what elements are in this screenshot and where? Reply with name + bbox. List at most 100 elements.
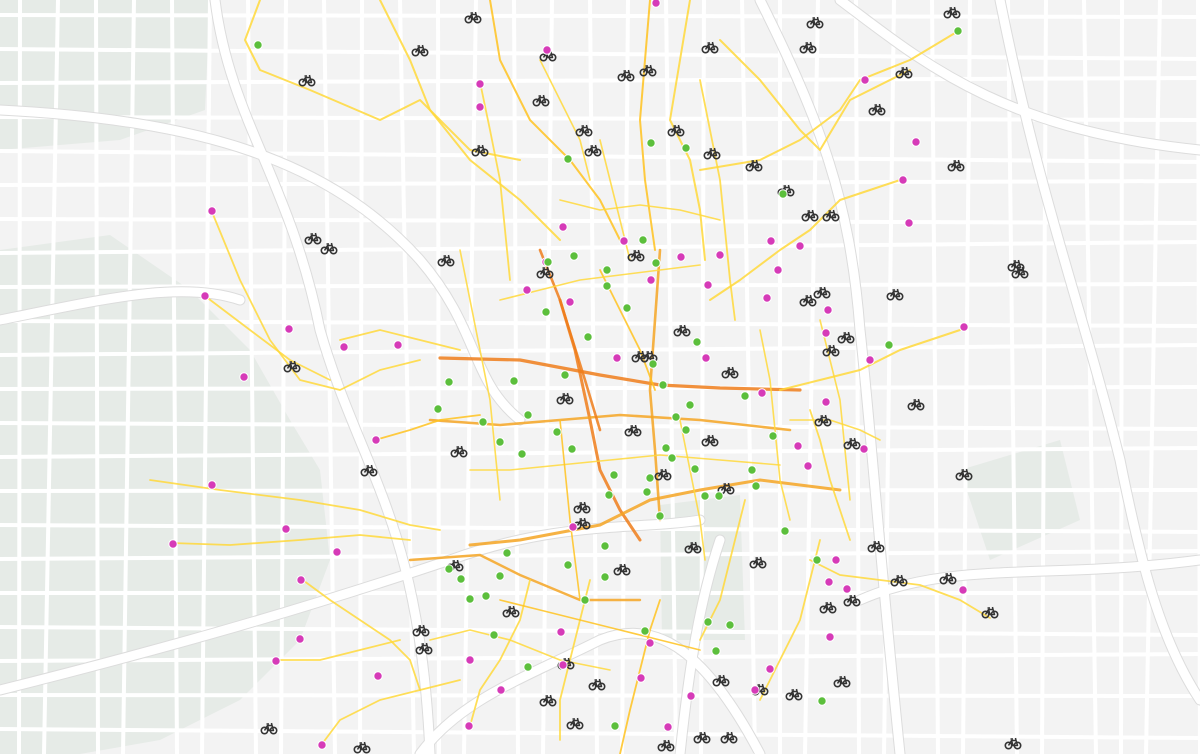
origin-dot: [663, 722, 673, 732]
origin-dot: [496, 685, 506, 695]
destination-dot: [661, 443, 671, 453]
origin-dot: [636, 673, 646, 683]
destination-dot: [768, 431, 778, 441]
origin-dot: [475, 79, 485, 89]
destination-dot: [543, 257, 553, 267]
destination-dot: [645, 473, 655, 483]
destination-dot: [642, 487, 652, 497]
origin-dot: [646, 275, 656, 285]
street: [1119, 0, 1124, 754]
origin-dot: [284, 324, 294, 334]
destination-dot: [517, 449, 527, 459]
base-map-layer: [0, 0, 1200, 754]
destination-dot: [703, 617, 713, 627]
origin-dot: [766, 236, 776, 246]
origin-dot: [371, 435, 381, 445]
destination-dot: [714, 491, 724, 501]
destination-dot: [541, 307, 551, 317]
destination-dot: [778, 189, 788, 199]
origin-dot: [619, 236, 629, 246]
origin-dot: [393, 340, 403, 350]
destination-dot: [602, 281, 612, 291]
origin-dot: [750, 685, 760, 695]
destination-dot: [671, 412, 681, 422]
destination-dot: [685, 400, 695, 410]
destination-dot: [711, 646, 721, 656]
map-canvas[interactable]: [0, 0, 1200, 754]
destination-dot: [602, 265, 612, 275]
destination-dot: [495, 437, 505, 447]
destination-dot: [569, 251, 579, 261]
destination-dot: [648, 359, 658, 369]
origin-dot: [464, 721, 474, 731]
origin-dot: [207, 206, 217, 216]
street: [0, 13, 1200, 19]
origin-dot: [676, 252, 686, 262]
origin-dot: [558, 660, 568, 670]
origin-dot: [757, 388, 767, 398]
origin-dot: [831, 555, 841, 565]
origin-dot: [803, 461, 813, 471]
origin-dot: [317, 740, 327, 750]
street: [436, 0, 441, 754]
origin-dot: [207, 480, 217, 490]
destination-dot: [456, 574, 466, 584]
destination-dot: [502, 548, 512, 558]
destination-dot: [812, 555, 822, 565]
destination-dot: [495, 571, 505, 581]
destination-dot: [481, 591, 491, 601]
origin-dot: [168, 539, 178, 549]
origin-dot: [793, 441, 803, 451]
origin-dot: [715, 250, 725, 260]
destination-dot: [253, 40, 263, 50]
origin-dot: [904, 218, 914, 228]
destination-dot: [552, 427, 562, 437]
origin-dot: [568, 522, 578, 532]
destination-dot: [610, 721, 620, 731]
destination-dot: [433, 404, 443, 414]
origin-dot: [860, 75, 870, 85]
destination-dot: [567, 444, 577, 454]
origin-dot: [645, 638, 655, 648]
origin-dot: [842, 584, 852, 594]
destination-dot: [523, 662, 533, 672]
destination-dot: [655, 511, 665, 521]
destination-dot: [780, 526, 790, 536]
origin-dot: [239, 372, 249, 382]
destination-dot: [640, 626, 650, 636]
destination-dot: [646, 138, 656, 148]
destination-dot: [563, 154, 573, 164]
origin-dot: [686, 691, 696, 701]
origin-dot: [651, 0, 661, 8]
street: [0, 385, 1200, 391]
origin-dot: [865, 355, 875, 365]
origin-dot: [825, 632, 835, 642]
destination-dot: [580, 595, 590, 605]
origin-dot: [701, 353, 711, 363]
origin-dot: [373, 671, 383, 681]
origin-dot: [773, 265, 783, 275]
map-svg[interactable]: [0, 0, 1200, 754]
origin-dot: [911, 137, 921, 147]
origin-dot: [823, 305, 833, 315]
destination-dot: [953, 26, 963, 36]
destination-dot: [638, 235, 648, 245]
destination-dot: [583, 332, 593, 342]
origin-dot: [475, 102, 485, 112]
origin-dot: [332, 547, 342, 557]
origin-dot: [339, 342, 349, 352]
origin-dot: [821, 328, 831, 338]
destination-dot: [465, 594, 475, 604]
origin-dot: [859, 444, 869, 454]
destination-dot: [700, 491, 710, 501]
destination-dot: [681, 143, 691, 153]
destination-dot: [725, 620, 735, 630]
origin-dot: [959, 322, 969, 332]
origin-dot: [703, 280, 713, 290]
origin-dot: [762, 293, 772, 303]
destination-dot: [478, 417, 488, 427]
origin-dot: [200, 291, 210, 301]
destination-dot: [681, 425, 691, 435]
origin-dot: [795, 241, 805, 251]
origin-dot: [281, 524, 291, 534]
